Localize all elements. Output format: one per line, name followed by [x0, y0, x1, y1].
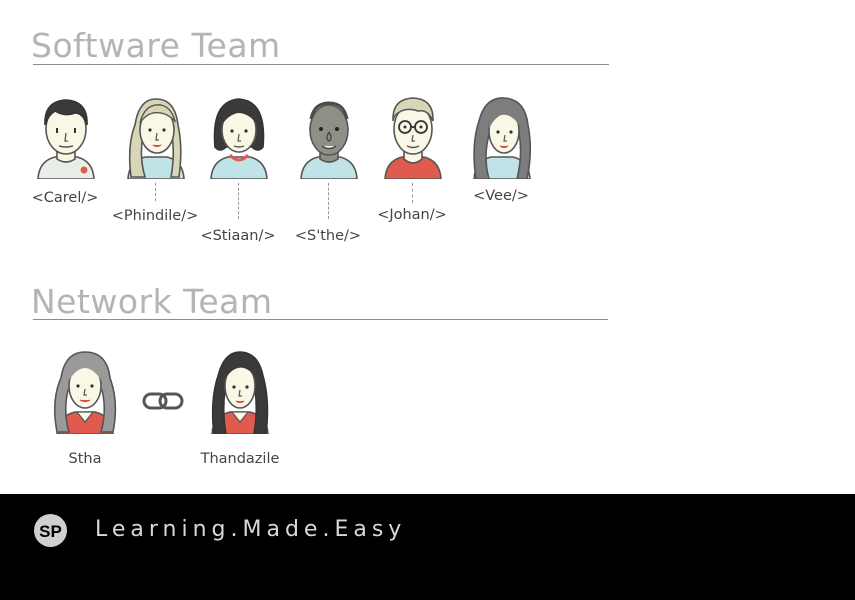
team-member-stiaan[interactable]: <Stiaan/> — [188, 95, 288, 245]
member-label: Thandazile — [200, 451, 280, 467]
section-divider — [33, 319, 608, 320]
woman-long-curly-hair-avatar-icon — [53, 351, 117, 434]
woman-long-dark-hair-avatar-icon — [473, 97, 532, 179]
team-member-thandazile[interactable]: Thandazile — [180, 350, 300, 472]
bald-dark-skin-man-avatar-icon — [300, 101, 358, 179]
team-member-johan[interactable]: <Johan/> — [362, 95, 462, 225]
label-connector — [155, 183, 156, 201]
label-connector — [412, 183, 413, 203]
team-member-vee[interactable]: <Vee/> — [451, 95, 551, 205]
member-label: Stha — [68, 451, 102, 467]
software-team-title: Software Team — [31, 26, 281, 65]
footer-bar: SP Learning.Made.Easy — [0, 494, 855, 600]
label-connector — [238, 183, 239, 219]
chain-link-icon — [142, 392, 184, 410]
sp-logo-icon: SP — [34, 514, 67, 547]
man-short-dark-hair-avatar-icon — [37, 99, 95, 179]
member-label: <S'the/> — [294, 228, 362, 244]
team-member-stha[interactable]: Stha — [25, 350, 145, 472]
section-divider — [33, 64, 609, 65]
svg-text:SP: SP — [39, 522, 62, 541]
footer-tagline: Learning.Made.Easy — [95, 517, 407, 542]
man-glasses-avatar-icon — [384, 97, 442, 179]
woman-long-black-hair-avatar-icon — [211, 351, 269, 434]
label-connector — [328, 183, 329, 219]
member-label: <Johan/> — [377, 207, 447, 223]
team-member-carel[interactable]: <Carel/> — [15, 95, 115, 215]
person-dark-bob-hair-avatar-icon — [210, 98, 268, 179]
member-label: <Vee/> — [473, 188, 529, 204]
network-team-title: Network Team — [31, 282, 273, 321]
woman-long-blonde-hair-avatar-icon — [127, 98, 185, 179]
